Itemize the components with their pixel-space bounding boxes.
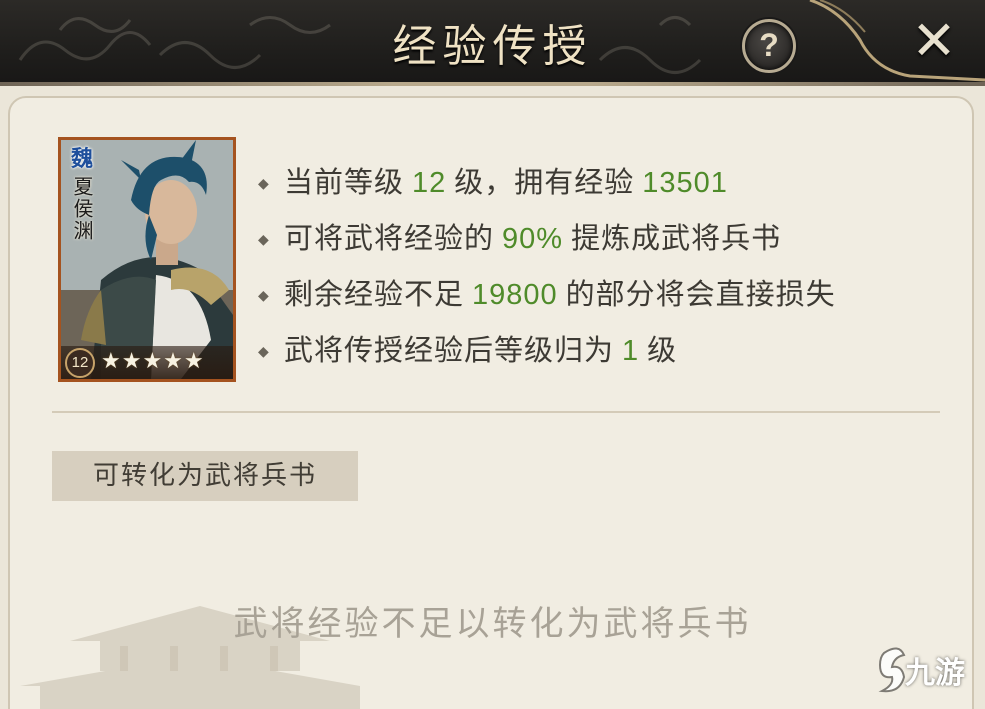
- current-exp-value: 13501: [642, 167, 728, 199]
- diamond-bullet-icon: ◆: [258, 288, 270, 304]
- hero-card[interactable]: 魏 夏侯渊 12 ★★★★★: [58, 137, 236, 382]
- diamond-bullet-icon: ◆: [258, 344, 270, 360]
- close-icon: ✕: [911, 9, 957, 72]
- info-line-level-reset: ◆ 武将传授经验后等级归为 1 级: [258, 328, 958, 384]
- convertible-books-header: 可转化为武将兵书: [52, 451, 358, 501]
- info-line-current-level: ◆ 当前等级 12 级，拥有经验 13501: [258, 160, 958, 216]
- empty-state-message: 武将经验不足以转化为武将兵书: [233, 604, 752, 644]
- diamond-bullet-icon: ◆: [258, 232, 270, 248]
- faction-badge: 魏: [70, 146, 93, 172]
- reset-level-value: 1: [622, 335, 640, 367]
- site-watermark-text: 九游: [905, 656, 965, 691]
- question-mark-icon: ?: [759, 27, 779, 63]
- current-level-value: 12: [412, 167, 447, 199]
- help-button[interactable]: ?: [742, 19, 796, 73]
- diamond-bullet-icon: ◆: [258, 176, 270, 192]
- experience-info-list: ◆ 当前等级 12 级，拥有经验 13501 ◆ 可将武将经验的 90% 提炼成武将兵书 ◆ 剩…: [258, 160, 958, 384]
- conversion-rate-value: 90%: [502, 223, 564, 255]
- section-divider: [52, 411, 940, 413]
- star-rating: ★★★★★: [101, 349, 205, 374]
- hero-name: 夏侯渊: [70, 176, 94, 242]
- info-line-exp-loss: ◆ 剩余经验不足 19800 的部分将会直接损失: [258, 272, 958, 328]
- title-bar: 经验传授 ? ✕: [0, 0, 985, 86]
- info-line-conversion-rate: ◆ 可将武将经验的 90% 提炼成武将兵书: [258, 216, 958, 272]
- exp-threshold-value: 19800: [472, 279, 558, 311]
- close-button[interactable]: ✕: [900, 12, 968, 70]
- content-panel: 魏 夏侯渊 12 ★★★★★ ◆ 当前等级 12 级，拥有经验 13501 ◆ 可将武将经…: [0, 86, 985, 709]
- hero-level-badge: 12: [65, 348, 95, 378]
